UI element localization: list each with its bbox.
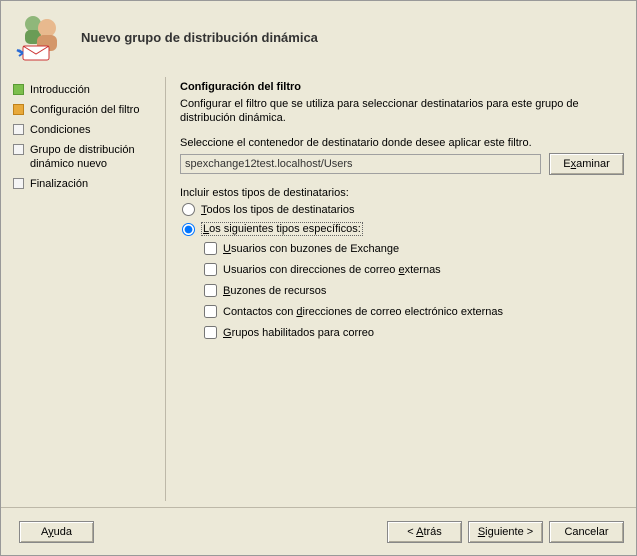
step-label: Finalización bbox=[30, 177, 88, 191]
step-label: Grupo de distribución dinámico nuevo bbox=[30, 143, 165, 171]
check-external-label[interactable]: Usuarios con direcciones de correo exter… bbox=[223, 264, 441, 276]
check-row-resources: Buzones de recursos bbox=[202, 284, 624, 297]
check-exchange-mailboxes[interactable] bbox=[204, 242, 217, 255]
step-new-group: Grupo de distribución dinámico nuevo bbox=[13, 143, 165, 171]
check-resource-label[interactable]: Buzones de recursos bbox=[223, 285, 326, 297]
check-external-contacts[interactable] bbox=[204, 305, 217, 318]
check-resource-mailboxes[interactable] bbox=[204, 284, 217, 297]
wizard-title: Nuevo grupo de distribución dinámica bbox=[81, 30, 318, 45]
header: Nuevo grupo de distribución dinámica bbox=[1, 1, 636, 73]
radio-specific-types-row: Los siguientes tipos específicos: bbox=[180, 222, 624, 236]
container-label: Seleccione el contenedor de destinatario… bbox=[180, 137, 624, 149]
check-row-external: Usuarios con direcciones de correo exter… bbox=[202, 263, 624, 276]
back-button[interactable]: < Atrás bbox=[387, 521, 462, 543]
section-title: Configuración del filtro bbox=[180, 81, 624, 93]
footer: Ayuda < Atrás Siguiente > Cancelar bbox=[1, 507, 636, 555]
radio-specific-label[interactable]: Los siguientes tipos específicos: bbox=[201, 222, 363, 236]
container-input[interactable] bbox=[180, 154, 541, 174]
radio-all-label[interactable]: Todos los tipos de destinatarios bbox=[201, 204, 354, 216]
check-row-contacts: Contactos con direcciones de correo elec… bbox=[202, 305, 624, 318]
radio-all-recipients-row: Todos los tipos de destinatarios bbox=[180, 203, 624, 216]
wizard-dialog: Nuevo grupo de distribución dinámica Int… bbox=[0, 0, 637, 556]
help-button[interactable]: Ayuda bbox=[19, 521, 94, 543]
include-label: Incluir estos tipos de destinatarios: bbox=[180, 187, 624, 199]
section-description: Configurar el filtro que se utiliza para… bbox=[180, 97, 624, 125]
radio-all-recipients[interactable] bbox=[182, 203, 195, 216]
step-conditions: Condiciones bbox=[13, 123, 165, 137]
check-external-addresses[interactable] bbox=[204, 263, 217, 276]
step-label: Introducción bbox=[30, 83, 90, 97]
step-sidebar: Introducción Configuración del filtro Co… bbox=[13, 77, 165, 501]
step-label: Configuración del filtro bbox=[30, 103, 139, 117]
check-exchange-label[interactable]: Usuarios con buzones de Exchange bbox=[223, 243, 399, 255]
check-row-groups: Grupos habilitados para correo bbox=[202, 326, 624, 339]
check-contacts-label[interactable]: Contactos con direcciones de correo elec… bbox=[223, 306, 503, 318]
step-introduction: Introducción bbox=[13, 83, 165, 97]
step-status-icon bbox=[13, 124, 24, 135]
step-completion: Finalización bbox=[13, 177, 165, 191]
step-label: Condiciones bbox=[30, 123, 91, 137]
step-filter-config: Configuración del filtro bbox=[13, 103, 165, 117]
check-mail-enabled-groups[interactable] bbox=[204, 326, 217, 339]
content-panel: Configuración del filtro Configurar el f… bbox=[165, 77, 624, 501]
step-status-icon bbox=[13, 84, 24, 95]
next-button[interactable]: Siguiente > bbox=[468, 521, 543, 543]
radio-specific-types[interactable] bbox=[182, 223, 195, 236]
distribution-group-icon bbox=[13, 10, 67, 64]
check-row-exchange: Usuarios con buzones de Exchange bbox=[202, 242, 624, 255]
cancel-button[interactable]: Cancelar bbox=[549, 521, 624, 543]
step-status-icon bbox=[13, 178, 24, 189]
step-status-icon bbox=[13, 104, 24, 115]
browse-button[interactable]: Examinar bbox=[549, 153, 624, 175]
check-groups-label[interactable]: Grupos habilitados para correo bbox=[223, 327, 374, 339]
step-status-icon bbox=[13, 144, 24, 155]
